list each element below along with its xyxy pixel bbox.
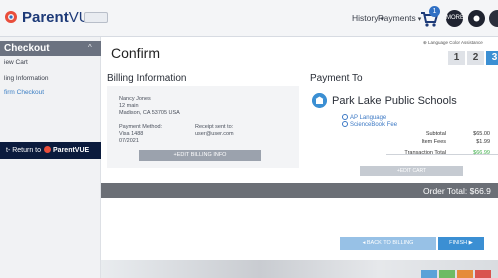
cart-item-ap-language[interactable]: AP Language: [342, 114, 386, 121]
finish-button[interactable]: FINISH ▶: [438, 237, 484, 250]
question-icon: [473, 15, 480, 22]
sidebar-title: Checkout: [4, 43, 50, 54]
return-to-parentvue-button[interactable]: t- Return to ParentVUE: [0, 142, 101, 159]
school-icon: [312, 93, 327, 108]
item-fees-label: Item Fees: [421, 139, 446, 145]
step-indicator-2: 2: [467, 51, 484, 65]
item-fees-value: $1.99: [476, 139, 490, 145]
step-indicator-1: 1: [448, 51, 465, 65]
payment-to-heading: Payment To: [310, 73, 363, 84]
check-circle-icon: [342, 114, 348, 120]
check-circle-icon: [342, 121, 348, 127]
district-badge: [84, 12, 108, 23]
help-button[interactable]: [468, 10, 485, 27]
sidebar-header[interactable]: Checkout ^: [0, 41, 101, 56]
more-button[interactable]: MORE: [446, 10, 464, 27]
browser-viewport: ParentVUE History▾ Payments▾ 1 MORE Chec…: [0, 0, 498, 278]
school-name: Park Lake Public Schools: [332, 95, 457, 107]
receipt-label: Receipt sent to:: [195, 124, 234, 130]
language-color-options[interactable]: ⊕ Language Color Assistance: [423, 40, 483, 46]
transaction-total-value: $66.99: [473, 150, 490, 156]
logo-bold-text: Parent: [22, 9, 69, 26]
edit-cart-button[interactable]: +EDIT CART: [360, 166, 463, 176]
cart-count-badge: 1: [429, 6, 440, 17]
collapse-icon: ^: [88, 43, 92, 52]
nav-history-label: History: [352, 13, 379, 23]
checkout-sidebar: Checkout ^ iew Cart ling Information fir…: [0, 37, 101, 278]
sidebar-item-confirm-checkout[interactable]: firm Checkout: [4, 89, 44, 96]
cart-item-sciencebook-fee[interactable]: ScienceBook Fee: [342, 121, 397, 128]
billing-city-line: Madison, CA 53705 USA: [119, 110, 180, 116]
subtotal-label: Subtotal: [425, 131, 446, 137]
footer-tile: [475, 270, 491, 278]
subtotal-value: $65.00: [473, 131, 490, 137]
top-header: ParentVUE History▾ Payments▾ 1 MORE: [0, 0, 498, 37]
edit-billing-info-button[interactable]: +EDIT BILLING INFO: [139, 150, 261, 161]
receipt-email: user@user.com: [195, 131, 234, 137]
billing-name: Nancy Jones: [119, 96, 151, 102]
order-total: Order Total: $66.9: [423, 186, 491, 196]
return-brand: ParentVUE: [53, 147, 90, 154]
footer-tile: [457, 270, 473, 278]
billing-street: 12 main: [119, 103, 139, 109]
back-to-billing-button[interactable]: ◂ BACK TO BILLING: [340, 237, 436, 250]
footer-tile: [439, 270, 455, 278]
parentvue-logo-icon: [44, 146, 52, 153]
sidebar-item-billing-information[interactable]: ling Information: [4, 75, 48, 82]
cart-item-label: ScienceBook Fee: [350, 122, 398, 128]
nav-payments-label: Payments: [378, 13, 416, 23]
page-title: Confirm: [111, 45, 161, 61]
return-label: t- Return to ParentVUE: [6, 146, 89, 154]
parentvue-logo-icon: [5, 11, 17, 23]
payment-expiry: 07/2021: [119, 138, 139, 144]
nav-payments[interactable]: Payments ▾: [378, 13, 421, 23]
step-indicator-3: 3: [486, 51, 498, 65]
billing-heading: Billing Information: [107, 73, 187, 84]
sidebar-item-view-cart[interactable]: iew Cart: [4, 59, 28, 66]
transaction-total-label: Transaction Total: [404, 150, 446, 156]
footer-tile: [421, 270, 437, 278]
user-avatar[interactable]: [489, 10, 498, 27]
payment-method-label: Payment Method:: [119, 124, 163, 130]
return-prefix: t- Return to: [6, 147, 42, 154]
payment-card: Visa 1488: [119, 131, 144, 137]
